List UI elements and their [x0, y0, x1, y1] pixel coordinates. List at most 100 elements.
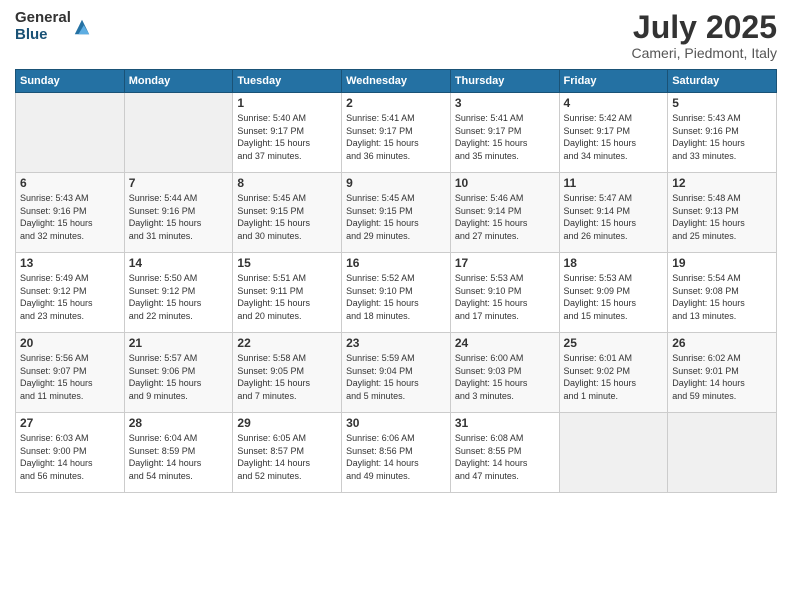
day-info: Sunrise: 6:01 AMSunset: 9:02 PMDaylight:…	[564, 352, 664, 402]
header-day-friday: Friday	[559, 70, 668, 93]
day-info: Sunrise: 5:57 AMSunset: 9:06 PMDaylight:…	[129, 352, 229, 402]
logo-blue-text: Blue	[15, 27, 71, 44]
day-info: Sunrise: 5:45 AMSunset: 9:15 PMDaylight:…	[346, 192, 446, 242]
day-number: 25	[564, 336, 664, 350]
day-number: 11	[564, 176, 664, 190]
calendar-cell	[668, 413, 777, 493]
calendar-table: SundayMondayTuesdayWednesdayThursdayFrid…	[15, 69, 777, 493]
calendar-body: 1Sunrise: 5:40 AMSunset: 9:17 PMDaylight…	[16, 93, 777, 493]
day-number: 20	[20, 336, 120, 350]
calendar-cell: 13Sunrise: 5:49 AMSunset: 9:12 PMDayligh…	[16, 253, 125, 333]
calendar-cell: 5 Sunrise: 5:43 AMSunset: 9:16 PMDaylight…	[668, 93, 777, 173]
day-info: Sunrise: 5:59 AMSunset: 9:04 PMDaylight:…	[346, 352, 446, 402]
day-number: 12	[672, 176, 772, 190]
day-number: 23	[346, 336, 446, 350]
day-info: Sunrise: 5:47 AMSunset: 9:14 PMDaylight:…	[564, 192, 664, 242]
day-number: 5	[672, 96, 772, 110]
day-number: 9	[346, 176, 446, 190]
calendar-cell: 11 Sunrise: 5:47 AMSunset: 9:14 PMDayligh…	[559, 173, 668, 253]
calendar-cell: 30Sunrise: 6:06 AMSunset: 8:56 PMDayligh…	[342, 413, 451, 493]
calendar-cell: 19Sunrise: 5:54 AMSunset: 9:08 PMDayligh…	[668, 253, 777, 333]
day-info: Sunrise: 5:51 AMSunset: 9:11 PMDaylight:…	[237, 272, 337, 322]
day-number: 10	[455, 176, 555, 190]
day-number: 24	[455, 336, 555, 350]
day-info: Sunrise: 5:54 AMSunset: 9:08 PMDaylight:…	[672, 272, 772, 322]
calendar-cell: 23 Sunrise: 5:59 AMSunset: 9:04 PMDayligh…	[342, 333, 451, 413]
calendar-cell: 7Sunrise: 5:44 AMSunset: 9:16 PMDaylight…	[124, 173, 233, 253]
calendar-cell: 17 Sunrise: 5:53 AMSunset: 9:10 PMDayligh…	[450, 253, 559, 333]
day-number: 21	[129, 336, 229, 350]
day-number: 28	[129, 416, 229, 430]
header-day-tuesday: Tuesday	[233, 70, 342, 93]
calendar-cell	[16, 93, 125, 173]
day-info: Sunrise: 6:06 AMSunset: 8:56 PMDaylight:…	[346, 432, 446, 482]
day-number: 27	[20, 416, 120, 430]
day-info: Sunrise: 5:50 AMSunset: 9:12 PMDaylight:…	[129, 272, 229, 322]
day-number: 14	[129, 256, 229, 270]
calendar-cell: 2 Sunrise: 5:41 AMSunset: 9:17 PMDaylight…	[342, 93, 451, 173]
calendar-cell: 9 Sunrise: 5:45 AMSunset: 9:15 PMDaylight…	[342, 173, 451, 253]
header: General Blue July 2025 Cameri, Piedmont,…	[15, 10, 777, 61]
day-info: Sunrise: 5:43 AMSunset: 9:16 PMDaylight:…	[672, 112, 772, 162]
calendar-cell	[559, 413, 668, 493]
calendar-cell: 18Sunrise: 5:53 AMSunset: 9:09 PMDayligh…	[559, 253, 668, 333]
calendar-cell: 29Sunrise: 6:05 AMSunset: 8:57 PMDayligh…	[233, 413, 342, 493]
day-number: 22	[237, 336, 337, 350]
day-number: 16	[346, 256, 446, 270]
header-day-sunday: Sunday	[16, 70, 125, 93]
logo: General Blue	[15, 10, 91, 43]
day-info: Sunrise: 5:53 AMSunset: 9:10 PMDaylight:…	[455, 272, 555, 322]
day-number: 6	[20, 176, 120, 190]
header-day-saturday: Saturday	[668, 70, 777, 93]
title-block: July 2025 Cameri, Piedmont, Italy	[632, 10, 778, 61]
header-day-wednesday: Wednesday	[342, 70, 451, 93]
day-info: Sunrise: 5:48 AMSunset: 9:13 PMDaylight:…	[672, 192, 772, 242]
calendar-cell: 15 Sunrise: 5:51 AMSunset: 9:11 PMDayligh…	[233, 253, 342, 333]
day-number: 2	[346, 96, 446, 110]
calendar-cell: 31Sunrise: 6:08 AMSunset: 8:55 PMDayligh…	[450, 413, 559, 493]
day-info: Sunrise: 5:52 AMSunset: 9:10 PMDaylight:…	[346, 272, 446, 322]
calendar-header: SundayMondayTuesdayWednesdayThursdayFrid…	[16, 70, 777, 93]
day-info: Sunrise: 6:08 AMSunset: 8:55 PMDaylight:…	[455, 432, 555, 482]
logo-general-text: General	[15, 10, 71, 27]
day-info: Sunrise: 5:46 AMSunset: 9:14 PMDaylight:…	[455, 192, 555, 242]
day-info: Sunrise: 5:49 AMSunset: 9:12 PMDaylight:…	[20, 272, 120, 322]
day-info: Sunrise: 5:41 AMSunset: 9:17 PMDaylight:…	[455, 112, 555, 162]
calendar-cell: 25 Sunrise: 6:01 AMSunset: 9:02 PMDayligh…	[559, 333, 668, 413]
calendar-cell: 1Sunrise: 5:40 AMSunset: 9:17 PMDaylight…	[233, 93, 342, 173]
calendar-cell: 27 Sunrise: 6:03 AMSunset: 9:00 PMDayligh…	[16, 413, 125, 493]
day-number: 26	[672, 336, 772, 350]
calendar-cell	[124, 93, 233, 173]
calendar-cell: 14 Sunrise: 5:50 AMSunset: 9:12 PMDayligh…	[124, 253, 233, 333]
week-row-5: 27 Sunrise: 6:03 AMSunset: 9:00 PMDayligh…	[16, 413, 777, 493]
header-row: SundayMondayTuesdayWednesdayThursdayFrid…	[16, 70, 777, 93]
day-info: Sunrise: 5:44 AMSunset: 9:16 PMDaylight:…	[129, 192, 229, 242]
day-info: Sunrise: 6:00 AMSunset: 9:03 PMDaylight:…	[455, 352, 555, 402]
calendar-cell: 8 Sunrise: 5:45 AMSunset: 9:15 PMDaylight…	[233, 173, 342, 253]
day-number: 8	[237, 176, 337, 190]
day-info: Sunrise: 5:58 AMSunset: 9:05 PMDaylight:…	[237, 352, 337, 402]
day-number: 1	[237, 96, 337, 110]
calendar-cell: 4Sunrise: 5:42 AMSunset: 9:17 PMDaylight…	[559, 93, 668, 173]
calendar-cell: 24 Sunrise: 6:00 AMSunset: 9:03 PMDayligh…	[450, 333, 559, 413]
day-info: Sunrise: 5:45 AMSunset: 9:15 PMDaylight:…	[237, 192, 337, 242]
day-number: 17	[455, 256, 555, 270]
day-info: Sunrise: 6:03 AMSunset: 9:00 PMDaylight:…	[20, 432, 120, 482]
calendar-cell: 22 Sunrise: 5:58 AMSunset: 9:05 PMDayligh…	[233, 333, 342, 413]
week-row-1: 1Sunrise: 5:40 AMSunset: 9:17 PMDaylight…	[16, 93, 777, 173]
week-row-4: 20Sunrise: 5:56 AMSunset: 9:07 PMDayligh…	[16, 333, 777, 413]
day-number: 15	[237, 256, 337, 270]
day-info: Sunrise: 6:04 AMSunset: 8:59 PMDaylight:…	[129, 432, 229, 482]
calendar-cell: 26Sunrise: 6:02 AMSunset: 9:01 PMDayligh…	[668, 333, 777, 413]
day-info: Sunrise: 5:53 AMSunset: 9:09 PMDaylight:…	[564, 272, 664, 322]
header-day-thursday: Thursday	[450, 70, 559, 93]
day-number: 3	[455, 96, 555, 110]
logo-icon	[73, 18, 91, 36]
calendar-cell: 10 Sunrise: 5:46 AMSunset: 9:14 PMDayligh…	[450, 173, 559, 253]
day-info: Sunrise: 5:41 AMSunset: 9:17 PMDaylight:…	[346, 112, 446, 162]
calendar-cell: 20Sunrise: 5:56 AMSunset: 9:07 PMDayligh…	[16, 333, 125, 413]
week-row-2: 6Sunrise: 5:43 AMSunset: 9:16 PMDaylight…	[16, 173, 777, 253]
calendar-cell: 3 Sunrise: 5:41 AMSunset: 9:17 PMDaylight…	[450, 93, 559, 173]
day-info: Sunrise: 5:42 AMSunset: 9:17 PMDaylight:…	[564, 112, 664, 162]
calendar-cell: 6Sunrise: 5:43 AMSunset: 9:16 PMDaylight…	[16, 173, 125, 253]
